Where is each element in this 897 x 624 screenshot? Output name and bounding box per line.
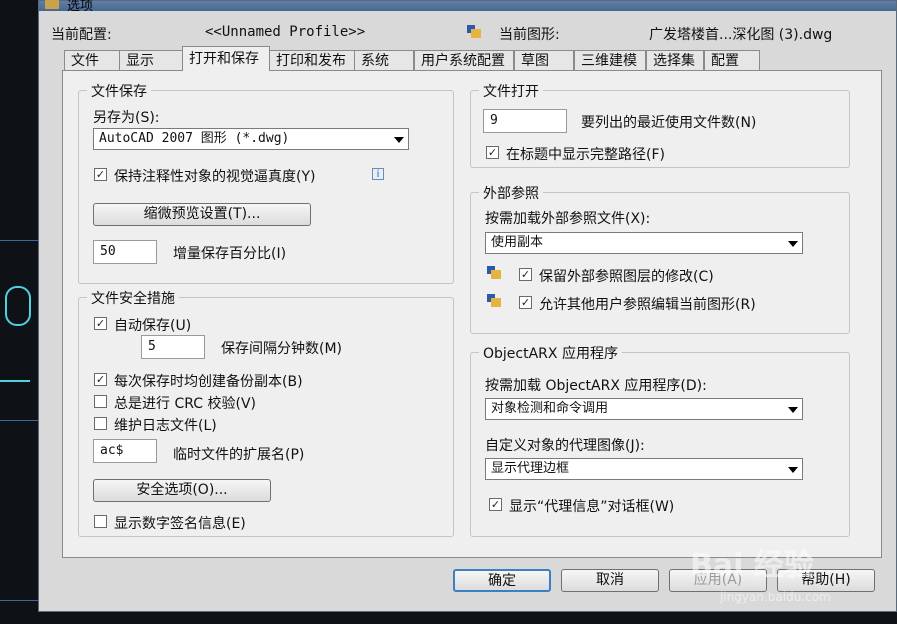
thumbnail-settings-button[interactable]: 缩微预览设置(T)...: [93, 203, 311, 226]
log-file-label: 维护日志文件(L): [114, 418, 217, 434]
group-title: 外部参照: [479, 183, 543, 203]
temp-extension-label: 临时文件的扩展名(P): [173, 447, 305, 463]
chevron-down-icon: [394, 137, 404, 143]
full-path-label: 在标题中显示完整路径(F): [506, 147, 665, 163]
background-line: [0, 420, 38, 421]
annotative-label: 保持注释性对象的视觉逼真度(Y): [114, 169, 316, 185]
background-shape: [5, 286, 31, 326]
recent-files-input[interactable]: 9: [483, 109, 567, 133]
background-line: [0, 380, 30, 382]
allow-xref-edit-label: 允许其他用户参照编辑当前图形(R): [539, 297, 756, 313]
save-as-dropdown[interactable]: AutoCAD 2007 图形 (*.dwg): [93, 128, 409, 150]
profile-label: 当前配置:: [51, 27, 112, 43]
chevron-down-icon: [788, 241, 798, 247]
group-title: ObjectARX 应用程序: [479, 343, 622, 363]
tab-drafting[interactable]: 草图: [514, 50, 574, 70]
digital-signature-label: 显示数字签名信息(E): [114, 516, 246, 532]
tab-panel-open-save: 文件保存 另存为(S): AutoCAD 2007 图形 (*.dwg) ✓ 保…: [62, 70, 882, 558]
tab-open-save[interactable]: 打开和保存: [182, 46, 270, 71]
proxy-info-label: 显示“代理信息”对话框(W): [509, 499, 675, 515]
incremental-save-label: 增量保存百分比(I): [173, 246, 287, 262]
proxy-image-value: 显示代理边框: [491, 461, 570, 476]
options-dialog: 选项 当前配置: <<Unnamed Profile>> 当前图形: 广发塔楼首…: [38, 0, 897, 612]
drawing-label: 当前图形:: [499, 27, 560, 43]
autosave-checkbox[interactable]: ✓: [94, 317, 107, 330]
proxy-image-dropdown[interactable]: 显示代理边框: [485, 458, 803, 480]
arx-demand-label: 按需加载 ObjectARX 应用程序(D):: [485, 378, 707, 394]
proxy-image-label: 自定义对象的代理图像(J):: [485, 438, 645, 454]
tab-display[interactable]: 显示: [119, 50, 183, 70]
digital-signature-checkbox[interactable]: [94, 515, 107, 528]
tab-system[interactable]: 系统: [354, 50, 414, 70]
tab-selection[interactable]: 选择集: [646, 50, 704, 70]
window-title: 选项: [67, 0, 94, 14]
proxy-info-checkbox[interactable]: ✓: [489, 498, 502, 511]
chevron-down-icon: [788, 467, 798, 473]
incremental-save-input[interactable]: 50: [93, 240, 157, 264]
xref-icon: [487, 266, 501, 279]
watermark-url: jingyan.baidu.com: [720, 590, 831, 604]
tab-files[interactable]: 文件: [64, 50, 120, 70]
title-bar[interactable]: 选项: [39, 0, 896, 14]
xref-demand-label: 按需加载外部参照文件(X):: [485, 211, 651, 227]
xref-icon: [487, 294, 501, 307]
security-options-button[interactable]: 安全选项(O)...: [93, 479, 271, 502]
retain-xref-layers-checkbox[interactable]: ✓: [519, 268, 532, 281]
tab-user-preferences[interactable]: 用户系统配置: [414, 50, 514, 70]
arx-demand-value: 对象检测和命令调用: [491, 401, 609, 416]
autosave-label: 自动保存(U): [114, 318, 192, 334]
full-path-checkbox[interactable]: ✓: [486, 146, 499, 159]
log-file-checkbox[interactable]: [94, 417, 107, 430]
file-safety-group: 文件安全措施 ✓ 自动保存(U) 5 保存间隔分钟数(M) ✓ 每次保存时均创建…: [78, 288, 454, 537]
group-title: 文件打开: [479, 81, 543, 101]
save-as-value: AutoCAD 2007 图形 (*.dwg): [99, 131, 290, 146]
crc-checkbox[interactable]: [94, 395, 107, 408]
profile-value: <<Unnamed Profile>>: [205, 24, 366, 40]
xref-demand-value: 使用副本: [491, 235, 544, 250]
allow-xref-edit-checkbox[interactable]: ✓: [519, 296, 532, 309]
objectarx-group: ObjectARX 应用程序 按需加载 ObjectARX 应用程序(D): 对…: [470, 343, 850, 537]
drawing-value: 广发塔楼首...深化图 (3).dwg: [649, 27, 833, 43]
ok-button[interactable]: 确定: [453, 569, 551, 592]
file-open-group: 文件打开 9 要列出的最近使用文件数(N) ✓ 在标题中显示完整路径(F): [470, 81, 850, 168]
app-icon: [45, 0, 59, 9]
chevron-down-icon: [788, 407, 798, 413]
tab-plot-publish[interactable]: 打印和发布: [269, 50, 355, 70]
tab-3d-modeling[interactable]: 三维建模: [574, 50, 646, 70]
autosave-minutes-input[interactable]: 5: [141, 335, 205, 359]
backup-label: 每次保存时均创建备份副本(B): [114, 374, 303, 390]
backup-checkbox[interactable]: ✓: [94, 373, 107, 386]
tab-profiles[interactable]: 配置: [704, 50, 760, 70]
info-icon[interactable]: i: [372, 168, 384, 180]
watermark-logo: Bai 经验: [690, 548, 814, 583]
annotative-checkbox[interactable]: ✓: [94, 168, 107, 181]
retain-xref-layers-label: 保留外部参照图层的修改(C): [539, 269, 714, 285]
group-title: 文件保存: [87, 81, 151, 101]
autosave-minutes-label: 保存间隔分钟数(M): [221, 341, 343, 357]
xref-group: 外部参照 按需加载外部参照文件(X): 使用副本 ✓ 保留外部参照图层的修改(C…: [470, 183, 850, 334]
background-line: [0, 240, 38, 241]
crc-label: 总是进行 CRC 校验(V): [114, 396, 256, 412]
drawing-icon: [467, 25, 481, 38]
arx-demand-dropdown[interactable]: 对象检测和命令调用: [485, 398, 803, 420]
xref-demand-dropdown[interactable]: 使用副本: [485, 232, 803, 254]
cancel-button[interactable]: 取消: [561, 569, 659, 592]
recent-files-label: 要列出的最近使用文件数(N): [581, 115, 757, 131]
temp-extension-input[interactable]: ac$: [93, 439, 157, 463]
file-save-group: 文件保存 另存为(S): AutoCAD 2007 图形 (*.dwg) ✓ 保…: [78, 81, 454, 284]
save-as-label: 另存为(S):: [93, 110, 160, 126]
group-title: 文件安全措施: [87, 288, 179, 308]
